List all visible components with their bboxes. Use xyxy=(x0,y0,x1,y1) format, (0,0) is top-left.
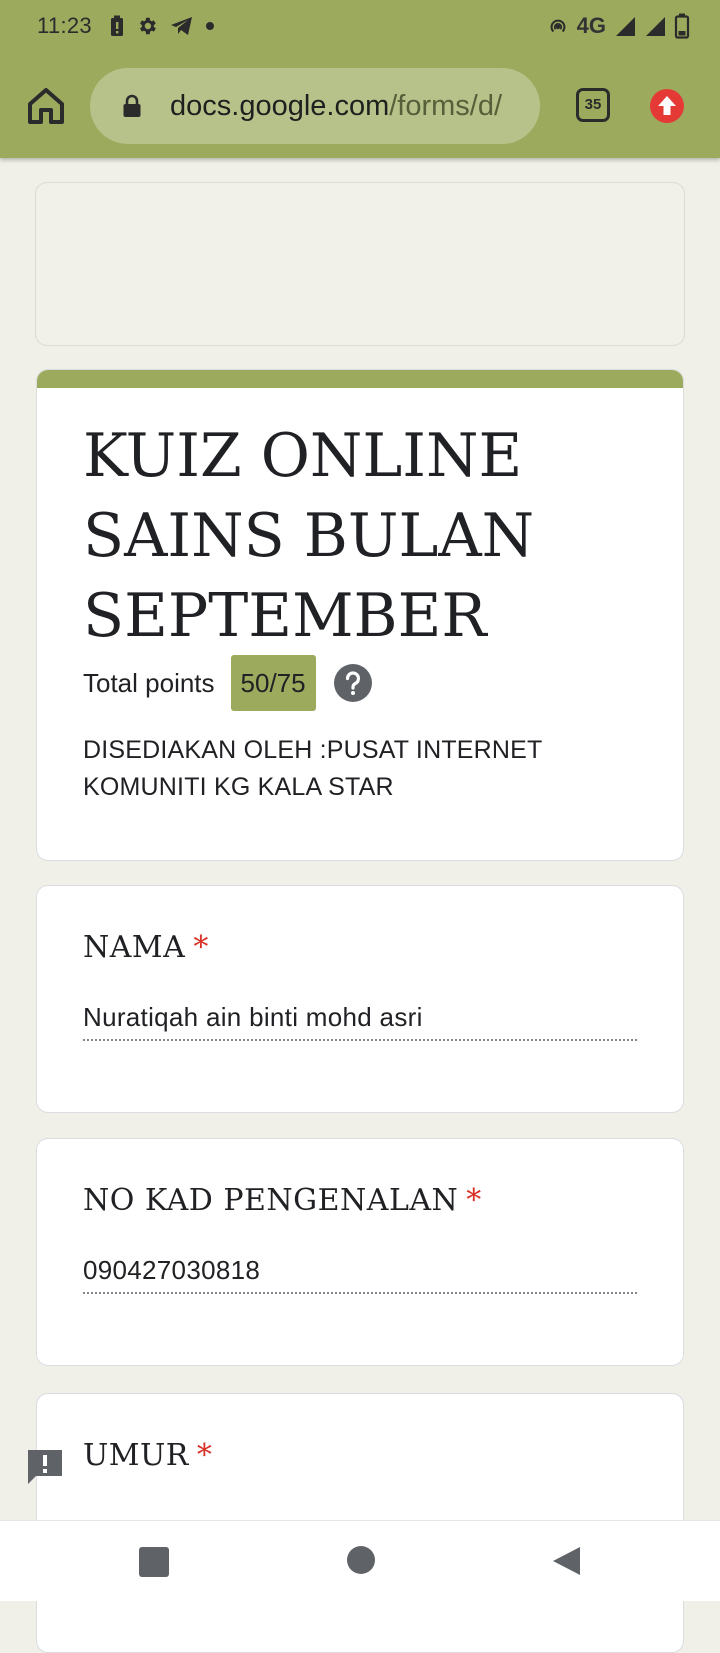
gear-icon xyxy=(140,17,156,35)
tab-switcher-button[interactable]: 35 xyxy=(576,88,610,122)
battery-icon xyxy=(674,13,690,39)
update-icon[interactable] xyxy=(650,89,684,123)
url-path: /forms/d/ xyxy=(389,90,503,122)
url-text[interactable]: docs.google.com/forms/d/ xyxy=(170,88,525,124)
question-card: NO KAD PENGENALAN * 090427030818 xyxy=(36,1138,684,1366)
required-asterisk: * xyxy=(193,930,209,965)
notification-icons xyxy=(110,15,214,37)
question-title: UMUR * xyxy=(83,1438,212,1473)
question-label: NAMA xyxy=(83,930,186,965)
network-type: 4G xyxy=(576,13,606,38)
question-title: NO KAD PENGENALAN * xyxy=(83,1183,482,1218)
form-header-card: KUIZ ONLINE SAINS BULAN SEPTEMBER Total … xyxy=(36,369,684,861)
home-circle-icon[interactable] xyxy=(347,1546,375,1574)
points-badge: 50/75 xyxy=(230,655,316,711)
answer-field[interactable]: Nuratiqah ain binti mohd asri xyxy=(83,999,637,1041)
url-host: docs.google.com xyxy=(170,90,390,122)
points-label: Total points xyxy=(83,667,215,698)
hotspot-icon xyxy=(550,19,565,33)
back-icon[interactable] xyxy=(550,1545,582,1577)
question-title: NAMA * xyxy=(83,930,209,965)
question-card: NAMA * Nuratiqah ain binti mohd asri xyxy=(36,885,684,1113)
status-time: 11:23 xyxy=(37,13,92,38)
question-label: UMUR xyxy=(83,1438,189,1473)
telegram-icon xyxy=(171,17,192,35)
dot-icon xyxy=(206,22,214,30)
lock-icon xyxy=(123,94,141,117)
required-asterisk: * xyxy=(196,1438,213,1473)
question-label: NO KAD PENGENALAN xyxy=(83,1183,459,1218)
form-description: DISEDIAKAN OLEH :PUSAT INTERNET KOMUNITI… xyxy=(83,736,543,801)
system-navigation-bar xyxy=(0,1520,720,1601)
header-accent-bar xyxy=(37,370,683,388)
answer-field[interactable]: 090427030818 xyxy=(83,1252,637,1294)
form-title: KUIZ ONLINE SAINS BULAN SEPTEMBER xyxy=(83,421,535,651)
feedback-icon[interactable] xyxy=(24,1446,66,1488)
battery-alert-icon xyxy=(111,15,123,36)
browser-toolbar: 11:23 4G docs.google.com/forms/d/ 35 xyxy=(0,0,720,158)
recent-apps-icon[interactable] xyxy=(139,1547,169,1577)
address-bar[interactable]: docs.google.com/forms/d/ xyxy=(90,68,540,144)
help-icon[interactable] xyxy=(333,664,372,702)
system-icons: 4G xyxy=(547,12,690,40)
total-points-row: Total points 50/75 xyxy=(83,655,372,711)
status-bar: 11:23 4G xyxy=(0,0,720,52)
signal-icon xyxy=(616,17,635,36)
signal-icon xyxy=(646,17,665,36)
required-asterisk: * xyxy=(466,1183,482,1218)
form-banner xyxy=(35,182,685,346)
home-icon[interactable] xyxy=(22,82,70,130)
